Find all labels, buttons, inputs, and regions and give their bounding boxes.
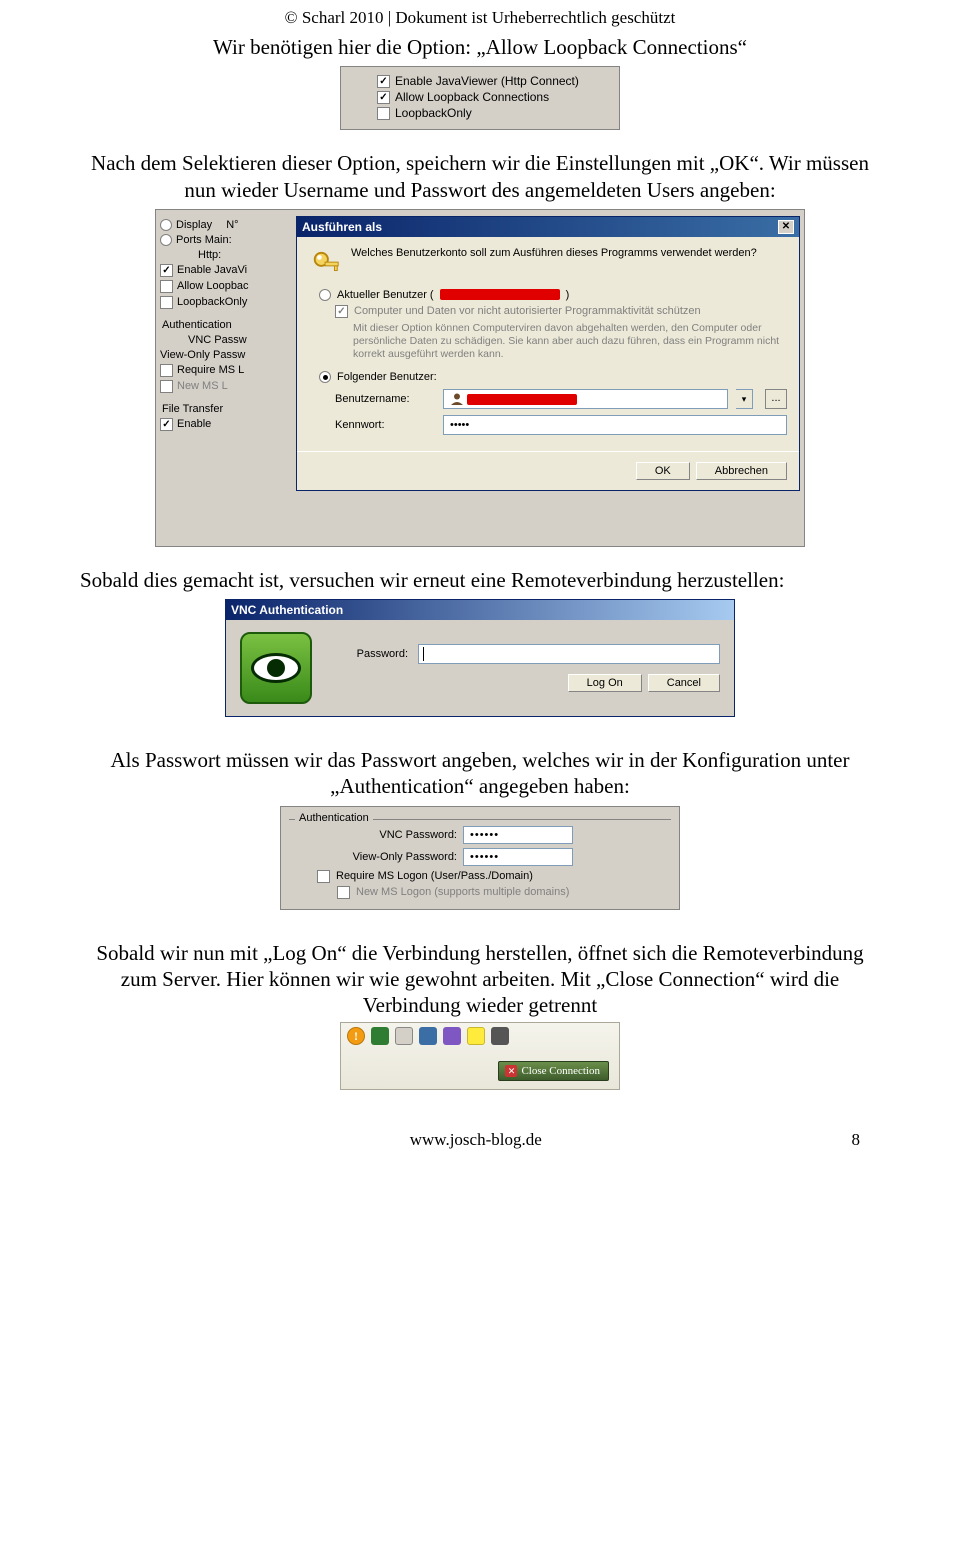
checkbox-enable-javaviewer[interactable]: ✓ (377, 75, 390, 88)
para-3: Sobald dies gemacht ist, versuchen wir e… (80, 567, 880, 593)
para-2: Nach dem Selektieren dieser Option, spei… (80, 150, 880, 203)
username-dropdown-button[interactable]: ▾ (736, 389, 753, 409)
close-x-icon: ✕ (505, 1065, 517, 1077)
alert-icon: ! (347, 1027, 365, 1045)
page-header: © Scharl 2010 | Dokument ist Urheberrech… (80, 8, 880, 28)
footer-url: www.josch-blog.de (410, 1130, 542, 1150)
checkbox-new-ms-logon[interactable] (337, 886, 350, 899)
viewonly-pw-field[interactable]: •••••• (463, 848, 573, 866)
password-input[interactable]: ••••• (443, 415, 787, 435)
label-protect: Computer und Daten vor nicht autorisiert… (354, 305, 701, 317)
checkbox-protect[interactable]: ✓ (335, 305, 348, 318)
close-connection-button[interactable]: ✕ Close Connection (498, 1061, 609, 1081)
tray-icon-6 (491, 1027, 509, 1045)
tray-icon-5 (467, 1027, 485, 1045)
cancel-button[interactable]: Abbrechen (696, 462, 787, 480)
radio-following-user[interactable] (319, 371, 331, 383)
radio-current-user[interactable] (319, 289, 331, 301)
label-enable-javaviewer: Enable JavaViewer (Http Connect) (395, 74, 579, 88)
ok-button[interactable]: OK (636, 462, 690, 480)
label-current-user: Aktueller Benutzer ( (337, 289, 434, 301)
tray-icon-4 (443, 1027, 461, 1045)
label-username: Benutzername: (335, 393, 435, 405)
footer-page: 8 (851, 1130, 860, 1150)
vnc-cancel-button[interactable]: Cancel (648, 674, 720, 692)
protect-description: Mit dieser Option können Computerviren d… (353, 322, 787, 361)
vnc-password-label: Password: (328, 648, 408, 660)
auth-group-label: Authentication (295, 812, 373, 824)
vnc-auth-title: VNC Authentication (226, 600, 734, 620)
redacted-username (440, 289, 560, 300)
checkbox-loopback-only[interactable] (377, 107, 390, 120)
browse-user-button[interactable]: ... (765, 389, 787, 409)
tray-icon-3 (419, 1027, 437, 1045)
tray-icon-2 (395, 1027, 413, 1045)
logon-button[interactable]: Log On (568, 674, 642, 692)
vnc-pw-label: VNC Password: (317, 829, 457, 841)
redacted-user-value (467, 394, 577, 405)
screenshot-close-connection: ! ✕ Close Connection (340, 1022, 620, 1090)
dialog-title: Ausführen als (302, 220, 382, 234)
screenshot-auth-group: Authentication VNC Password: •••••• View… (280, 806, 680, 910)
para-1: Wir benötigen hier die Option: „Allow Lo… (80, 34, 880, 60)
runas-question: Welches Benutzerkonto soll zum Ausführen… (351, 247, 757, 259)
label-require-ms-logon: Require MS Logon (User/Pass./Domain) (336, 870, 533, 882)
runas-dialog: Ausführen als ✕ Welches Benutzerkonto so… (296, 216, 800, 491)
para-5: Sobald wir nun mit „Log On“ die Verbindu… (80, 940, 880, 1019)
screenshot-runas-dialog: Display N° Ports Main: Http: ✓Enable Jav… (155, 209, 805, 547)
screenshot-vnc-auth: VNC Authentication Password: Log On Canc… (225, 599, 735, 717)
close-connection-label: Close Connection (521, 1065, 600, 1077)
username-input[interactable] (443, 389, 728, 409)
label-loopback-only: LoopbackOnly (395, 106, 472, 120)
label-following-user: Folgender Benutzer: (337, 371, 437, 383)
checkbox-allow-loopback[interactable]: ✓ (377, 91, 390, 104)
key-icon (309, 247, 343, 281)
bg-settings-left: Display N° Ports Main: Http: ✓Enable Jav… (156, 210, 296, 546)
viewonly-pw-label: View-Only Password: (317, 851, 457, 863)
close-icon[interactable]: ✕ (778, 220, 794, 234)
tray-icon-1 (371, 1027, 389, 1045)
label-password: Kennwort: (335, 419, 435, 431)
user-icon (450, 392, 464, 406)
checkbox-require-ms-logon[interactable] (317, 870, 330, 883)
vnc-eye-icon (240, 632, 312, 704)
tray-area: ! (347, 1027, 509, 1045)
label-allow-loopback: Allow Loopback Connections (395, 90, 549, 104)
label-new-ms-logon: New MS Logon (supports multiple domains) (356, 886, 569, 898)
para-4: Als Passwort müssen wir das Passwort ang… (80, 747, 880, 800)
vnc-password-input[interactable] (418, 644, 720, 664)
screenshot-loopback-options: ✓ Enable JavaViewer (Http Connect) ✓ All… (340, 66, 620, 130)
vnc-pw-field[interactable]: •••••• (463, 826, 573, 844)
